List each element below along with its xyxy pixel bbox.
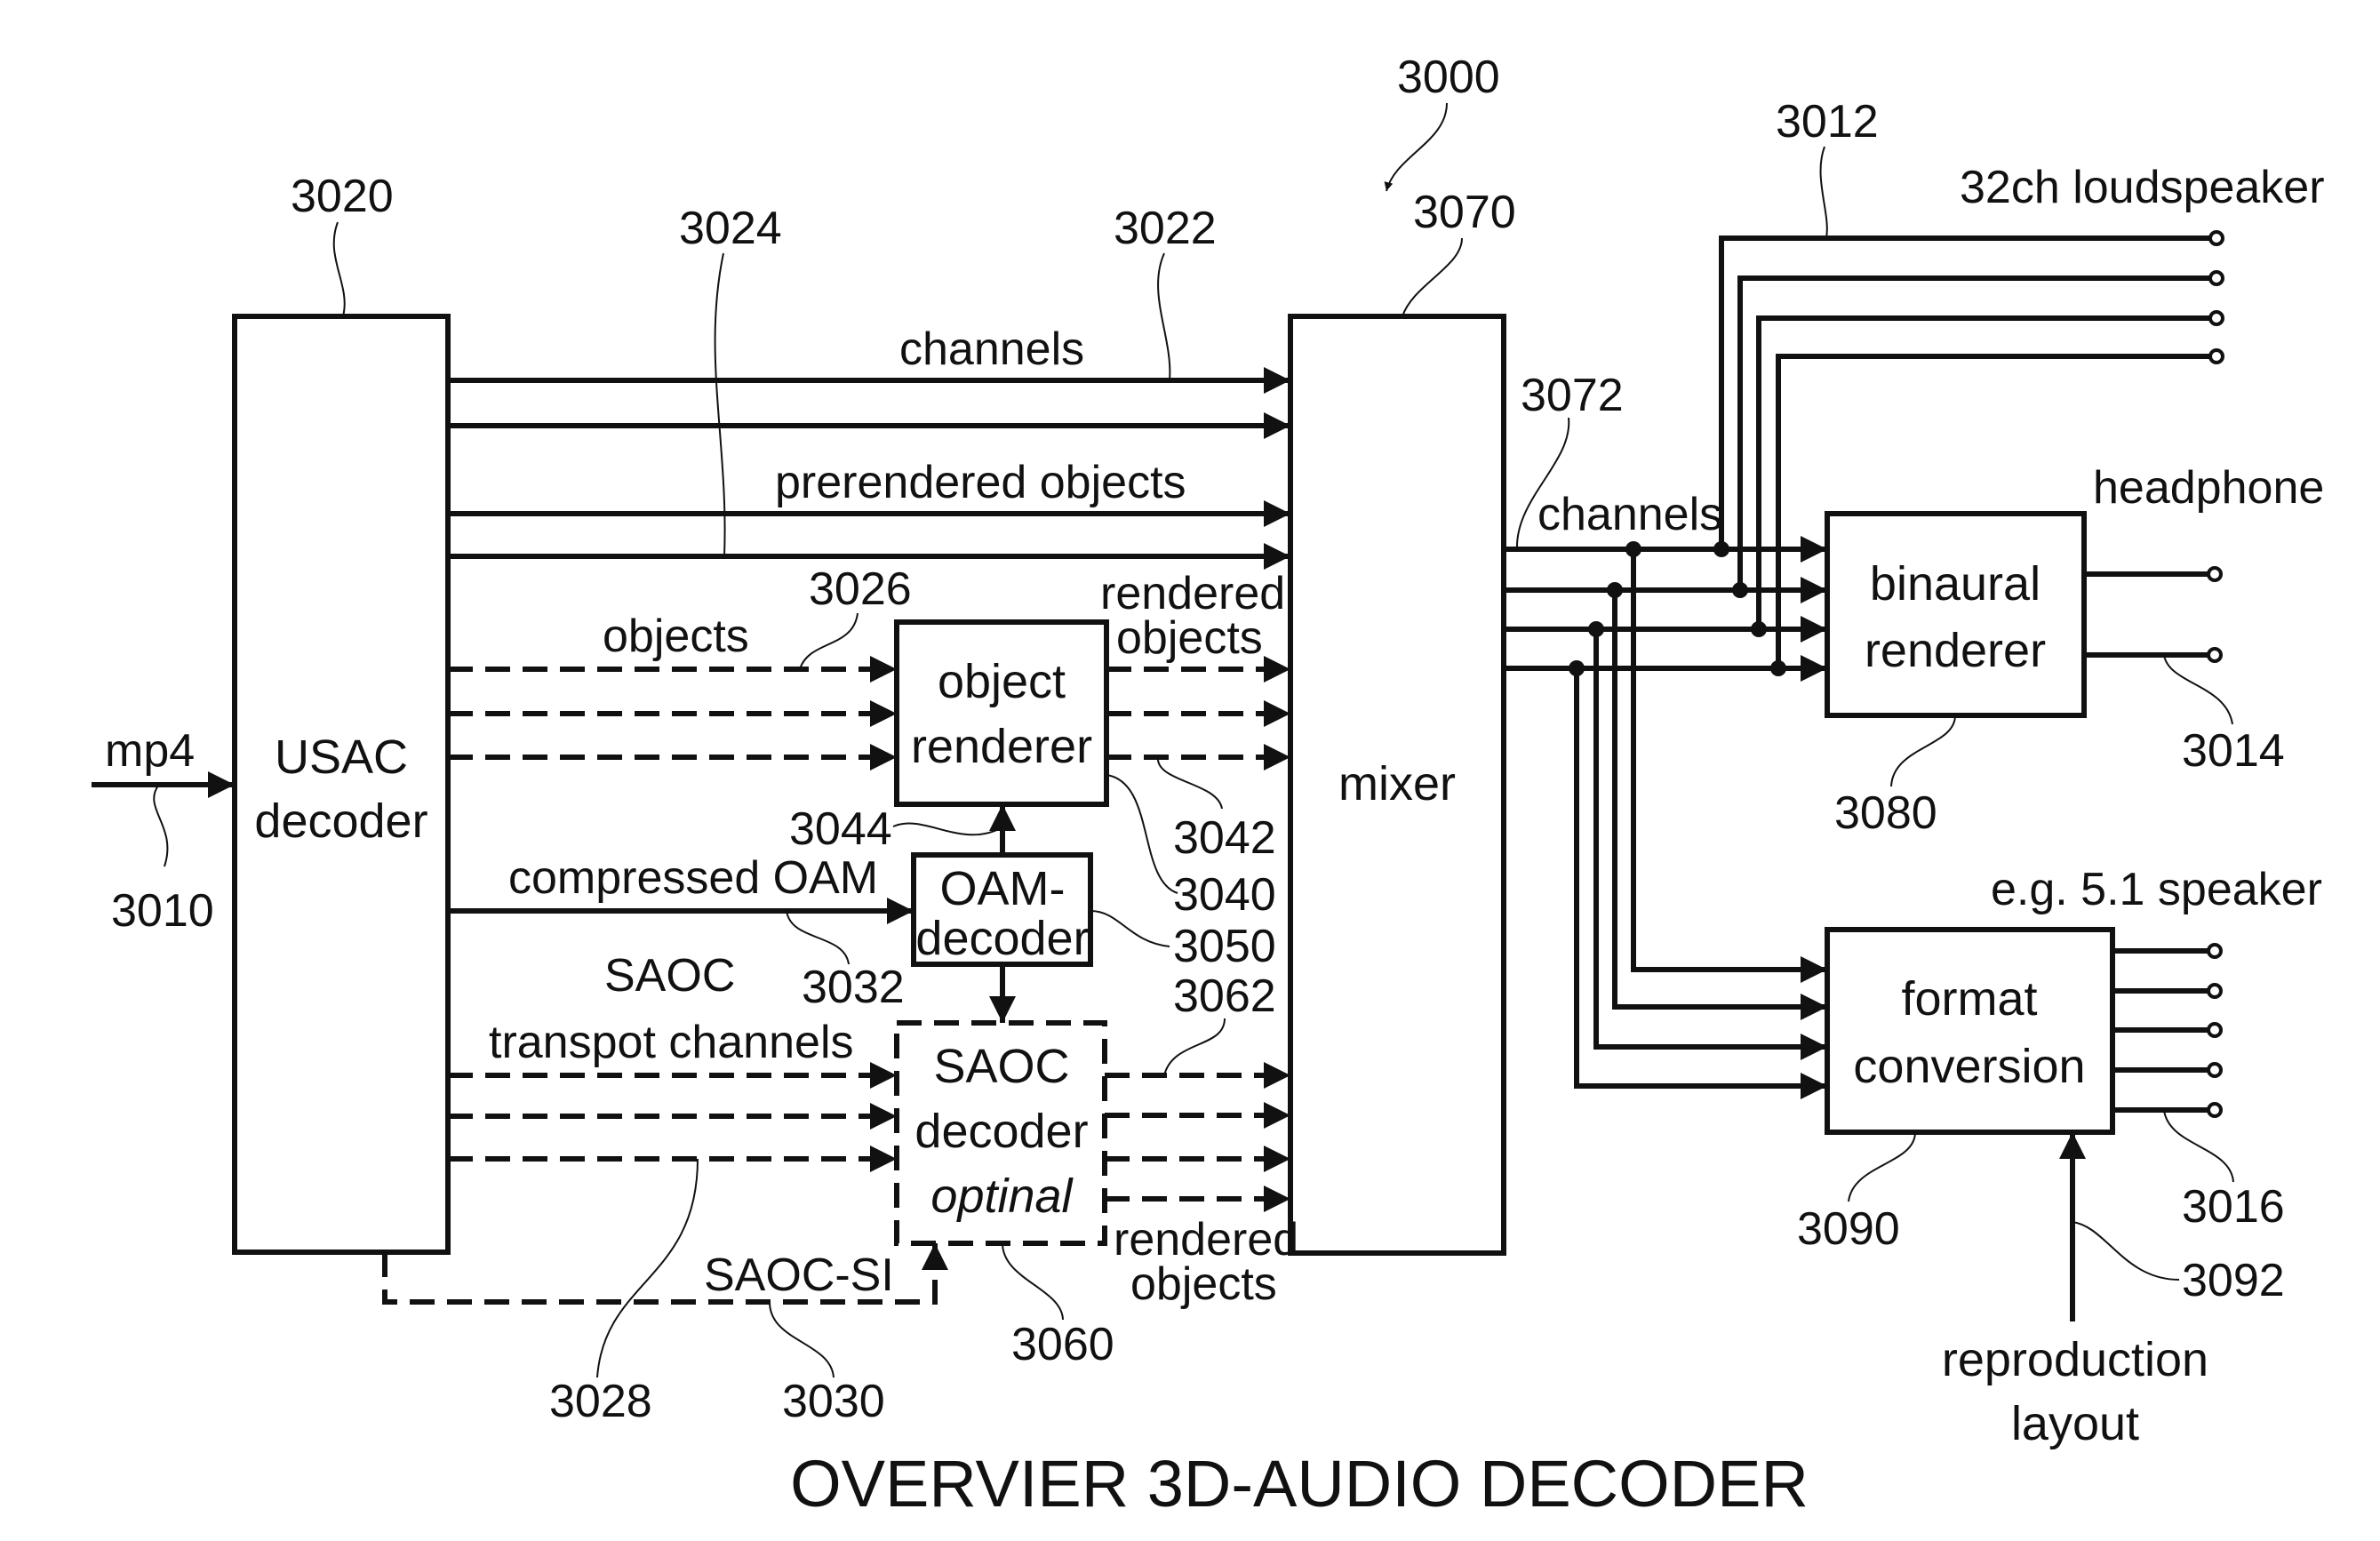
ref-3072: 3072 bbox=[1521, 370, 1624, 421]
ref-3030: 3030 bbox=[782, 1376, 885, 1427]
binaural-renderer-block: binaural renderer bbox=[1825, 511, 2087, 718]
oam-decoder-line2: decoder bbox=[915, 912, 1089, 965]
ref-3012: 3012 bbox=[1776, 96, 1879, 148]
loudspeaker-terminal bbox=[2208, 348, 2224, 364]
speaker-terminal bbox=[2207, 983, 2223, 999]
speaker-terminal bbox=[2207, 1022, 2223, 1038]
ref-3040: 3040 bbox=[1173, 869, 1276, 921]
mixer-label: mixer bbox=[1338, 757, 1456, 810]
objects-label: objects bbox=[603, 611, 749, 662]
prerendered-label: prerendered objects bbox=[775, 457, 1186, 508]
usac-decoder-block: USAC decoder bbox=[232, 314, 451, 1255]
ref-3044: 3044 bbox=[789, 803, 892, 855]
ref-3070: 3070 bbox=[1413, 187, 1516, 238]
ref-3092: 3092 bbox=[2182, 1255, 2285, 1306]
channels-label: channels bbox=[899, 323, 1084, 375]
speaker51-label: e.g. 5.1 speaker bbox=[1991, 864, 2322, 915]
ref-3062: 3062 bbox=[1173, 970, 1276, 1022]
compressed-oam-label: compressed OAM bbox=[508, 852, 878, 904]
mp4-input: mp4 3010 bbox=[92, 725, 235, 937]
reproduction-line1: reproduction bbox=[1942, 1333, 2208, 1386]
usac-label-line1: USAC bbox=[275, 731, 408, 784]
ref-3026: 3026 bbox=[809, 563, 912, 615]
ref-3042: 3042 bbox=[1173, 812, 1276, 864]
channels-lines: channels bbox=[448, 323, 1290, 439]
binaural-line1: binaural bbox=[1870, 557, 2041, 611]
rendered-objects-or-lines: rendered objects bbox=[1100, 568, 1290, 770]
rendered-objects-saoc-lines: rendered objects bbox=[1105, 1062, 1298, 1310]
saoc-decoder-line2: decoder bbox=[914, 1105, 1088, 1158]
saoc-transport-line1: SAOC bbox=[604, 950, 735, 1002]
oam-decoder-block: OAM- decoder bbox=[911, 852, 1093, 967]
object-renderer-block: object renderer bbox=[894, 619, 1109, 807]
reproduction-layout-input: reproduction layout bbox=[1942, 1132, 2208, 1450]
loudspeaker-label: 32ch loudspeaker bbox=[1960, 162, 2325, 213]
headphone-outputs: headphone bbox=[2084, 462, 2324, 663]
ref-3028: 3028 bbox=[549, 1376, 652, 1427]
ref-3090: 3090 bbox=[1797, 1203, 1900, 1255]
headphone-terminal bbox=[2207, 566, 2223, 582]
compressed-oam-line: compressed OAM bbox=[448, 852, 914, 924]
binaural-line2: renderer bbox=[1865, 624, 2046, 677]
rendered-objects-or-line2: objects bbox=[1116, 612, 1263, 664]
reproduction-line2: layout bbox=[2011, 1397, 2139, 1450]
ref-3016: 3016 bbox=[2182, 1181, 2285, 1233]
ref-3010: 3010 bbox=[111, 885, 214, 937]
speaker-terminal bbox=[2207, 1102, 2223, 1118]
ref-3060: 3060 bbox=[1011, 1319, 1114, 1370]
format-conversion-block: format conversion bbox=[1825, 927, 2115, 1135]
prerendered-lines: prerendered objects bbox=[448, 457, 1290, 570]
object-renderer-line2: renderer bbox=[911, 720, 1092, 773]
ref-3032: 3032 bbox=[802, 962, 905, 1013]
loudspeaker-terminal bbox=[2208, 270, 2224, 286]
saoc-si-label: SAOC-SI bbox=[704, 1250, 894, 1301]
mp4-label: mp4 bbox=[105, 725, 195, 777]
ref-3022: 3022 bbox=[1114, 203, 1217, 254]
speaker-terminal bbox=[2207, 943, 2223, 959]
saoc-si-line: SAOC-SI bbox=[382, 1243, 948, 1305]
headphone-label: headphone bbox=[2093, 462, 2324, 514]
usac-label-line2: decoder bbox=[254, 794, 427, 848]
ref-3024: 3024 bbox=[679, 203, 782, 254]
saoc-transport-line2: transpot channels bbox=[489, 1017, 854, 1068]
loudspeaker-terminal bbox=[2208, 230, 2224, 246]
saoc-decoder-line1: SAOC bbox=[933, 1040, 1069, 1093]
headphone-terminal bbox=[2207, 647, 2223, 663]
ref-3020: 3020 bbox=[291, 171, 394, 222]
saoc-decoder-optional: optinal bbox=[930, 1170, 1074, 1223]
mixer-channels-label: channels bbox=[1537, 489, 1722, 540]
object-renderer-line1: object bbox=[938, 655, 1066, 708]
oam-decoder-line1: OAM- bbox=[940, 862, 1066, 915]
format-line2: conversion bbox=[1853, 1040, 2085, 1093]
ref-3080: 3080 bbox=[1834, 787, 1937, 839]
ref-3050: 3050 bbox=[1173, 921, 1276, 972]
objects-lines: objects bbox=[448, 611, 897, 770]
format-taps bbox=[1569, 541, 1827, 1099]
ref-3014: 3014 bbox=[2182, 725, 2285, 777]
figure-title: OVERVIER 3D-AUDIO DECODER bbox=[790, 1447, 1809, 1521]
speaker-terminal bbox=[2207, 1062, 2223, 1078]
mixer-block: mixer bbox=[1288, 314, 1506, 1256]
ref-3000: 3000 bbox=[1397, 52, 1500, 103]
saoc-decoder-block: SAOC decoder optinal bbox=[894, 1020, 1107, 1246]
rendered-objects-saoc-line2: objects bbox=[1130, 1258, 1277, 1310]
loudspeaker-terminal bbox=[2208, 310, 2224, 326]
audio-decoder-diagram: USAC decoder object renderer OAM- decode… bbox=[0, 0, 2380, 1541]
format-line1: format bbox=[1901, 972, 2037, 1026]
